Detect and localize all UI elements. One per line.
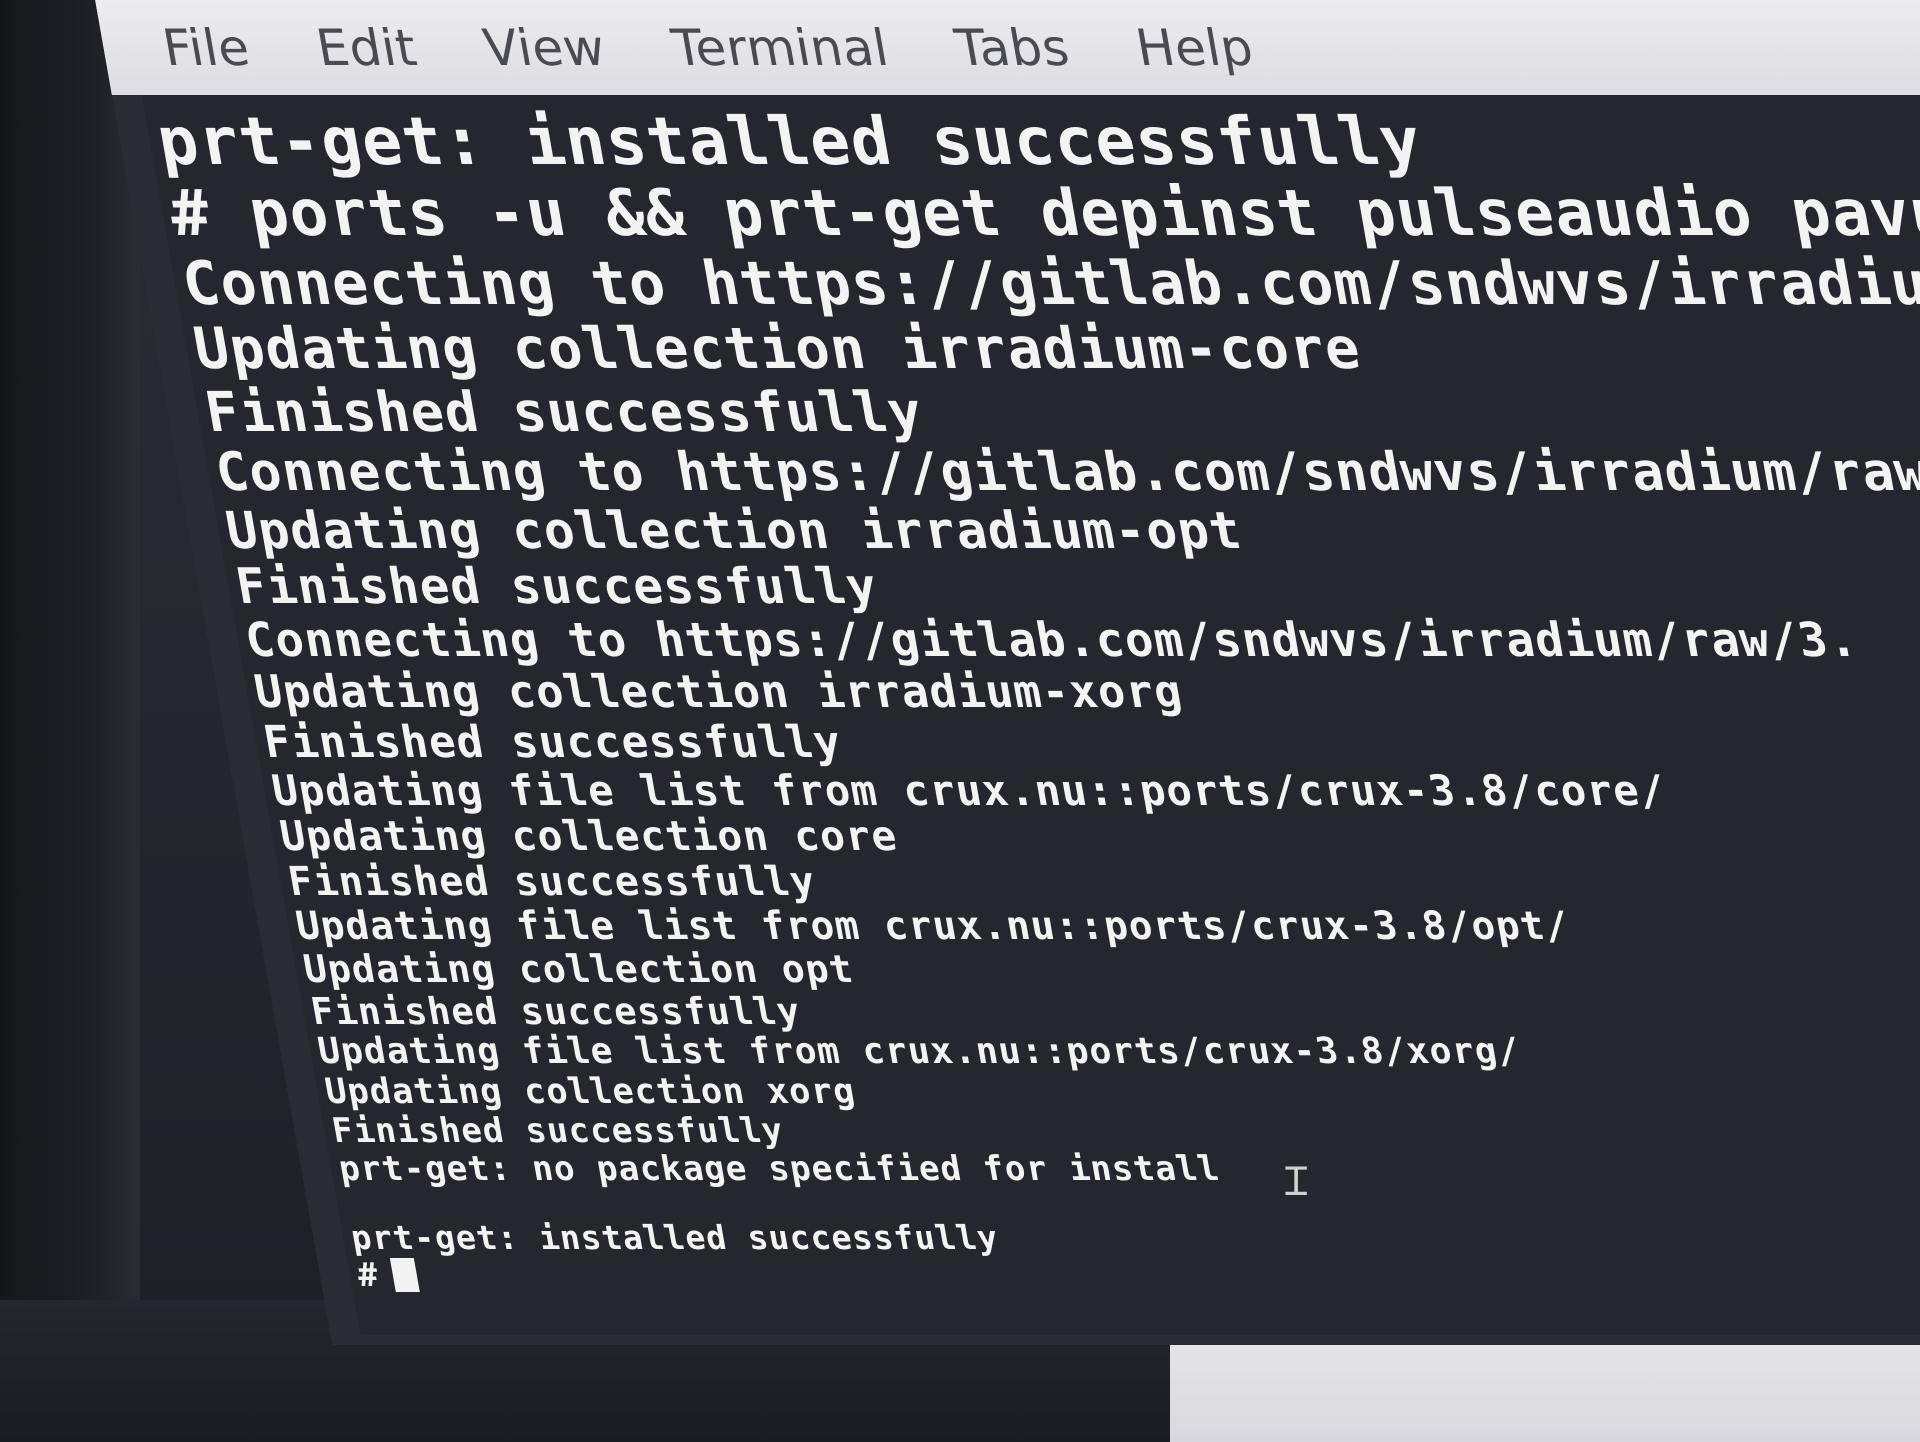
terminal-line: Updating collection irradium-core [188, 315, 1366, 382]
terminal-line: Connecting to https://gitlab.com/sndwvs/… [210, 442, 1920, 504]
terminal-line: Updating collection core [276, 811, 902, 860]
text-cursor-icon: Ɪ [1285, 1159, 1308, 1205]
terminal-line: Updating collection opt [300, 947, 857, 992]
terminal-line: prt-get: no package specified for instal… [335, 1148, 1223, 1189]
terminal-line: Updating collection irradium-opt [221, 501, 1247, 561]
terminal-line: # ports -u && prt-get depinst pulseaudio… [164, 176, 1920, 251]
terminal-line: Finished successfully [284, 858, 820, 905]
menu-bar: File Edit View Terminal Tabs Help [95, 0, 1920, 95]
terminal-line: prt-get: installed successfully [347, 1217, 1002, 1257]
terminal-line: Finished successfully [199, 379, 928, 444]
terminal-line: Updating file list from crux.nu::ports/c… [268, 765, 1670, 815]
terminal-line: Finished successfully [307, 989, 804, 1033]
menu-terminal[interactable]: Terminal [667, 19, 893, 77]
menu-tabs[interactable]: Tabs [951, 19, 1074, 77]
terminal-line: Updating collection xorg [321, 1071, 859, 1112]
menu-view[interactable]: View [479, 19, 610, 77]
monitor-screen: File Edit View Terminal Tabs Help prt-ge… [95, 0, 1920, 1345]
menu-edit[interactable]: Edit [312, 19, 421, 77]
terminal-line: Connecting to https://gitlab.com/sndwvs/… [241, 612, 1863, 668]
terminal-window: File Edit View Terminal Tabs Help prt-ge… [95, 0, 1920, 1345]
terminal-line: prt-get: installed successfully [151, 103, 1428, 180]
terminal-block-cursor [389, 1258, 420, 1293]
terminal-line: Finished successfully [231, 557, 882, 615]
photo-scene: File Edit View Terminal Tabs Help prt-ge… [0, 0, 1920, 1442]
terminal-line: Updating file list from crux.nu::ports/c… [292, 903, 1574, 949]
terminal-line: Connecting to https://gitlab.com/sndwvs/… [176, 248, 1920, 319]
menu-file[interactable]: File [158, 19, 254, 77]
menu-help[interactable]: Help [1131, 19, 1257, 77]
terminal-prompt-row[interactable]: # [354, 1254, 1920, 1294]
terminal-line: Finished successfully [328, 1110, 787, 1151]
terminal-line: Updating file list from crux.nu::ports/c… [314, 1031, 1524, 1073]
terminal-output[interactable]: prt-get: installed successfully # ports … [141, 95, 1920, 1335]
terminal-line: Finished successfully [259, 716, 846, 768]
terminal-line: Updating collection irradium-xorg [250, 665, 1187, 719]
prompt-symbol: # [354, 1254, 383, 1294]
desk-background-left [0, 0, 140, 1442]
